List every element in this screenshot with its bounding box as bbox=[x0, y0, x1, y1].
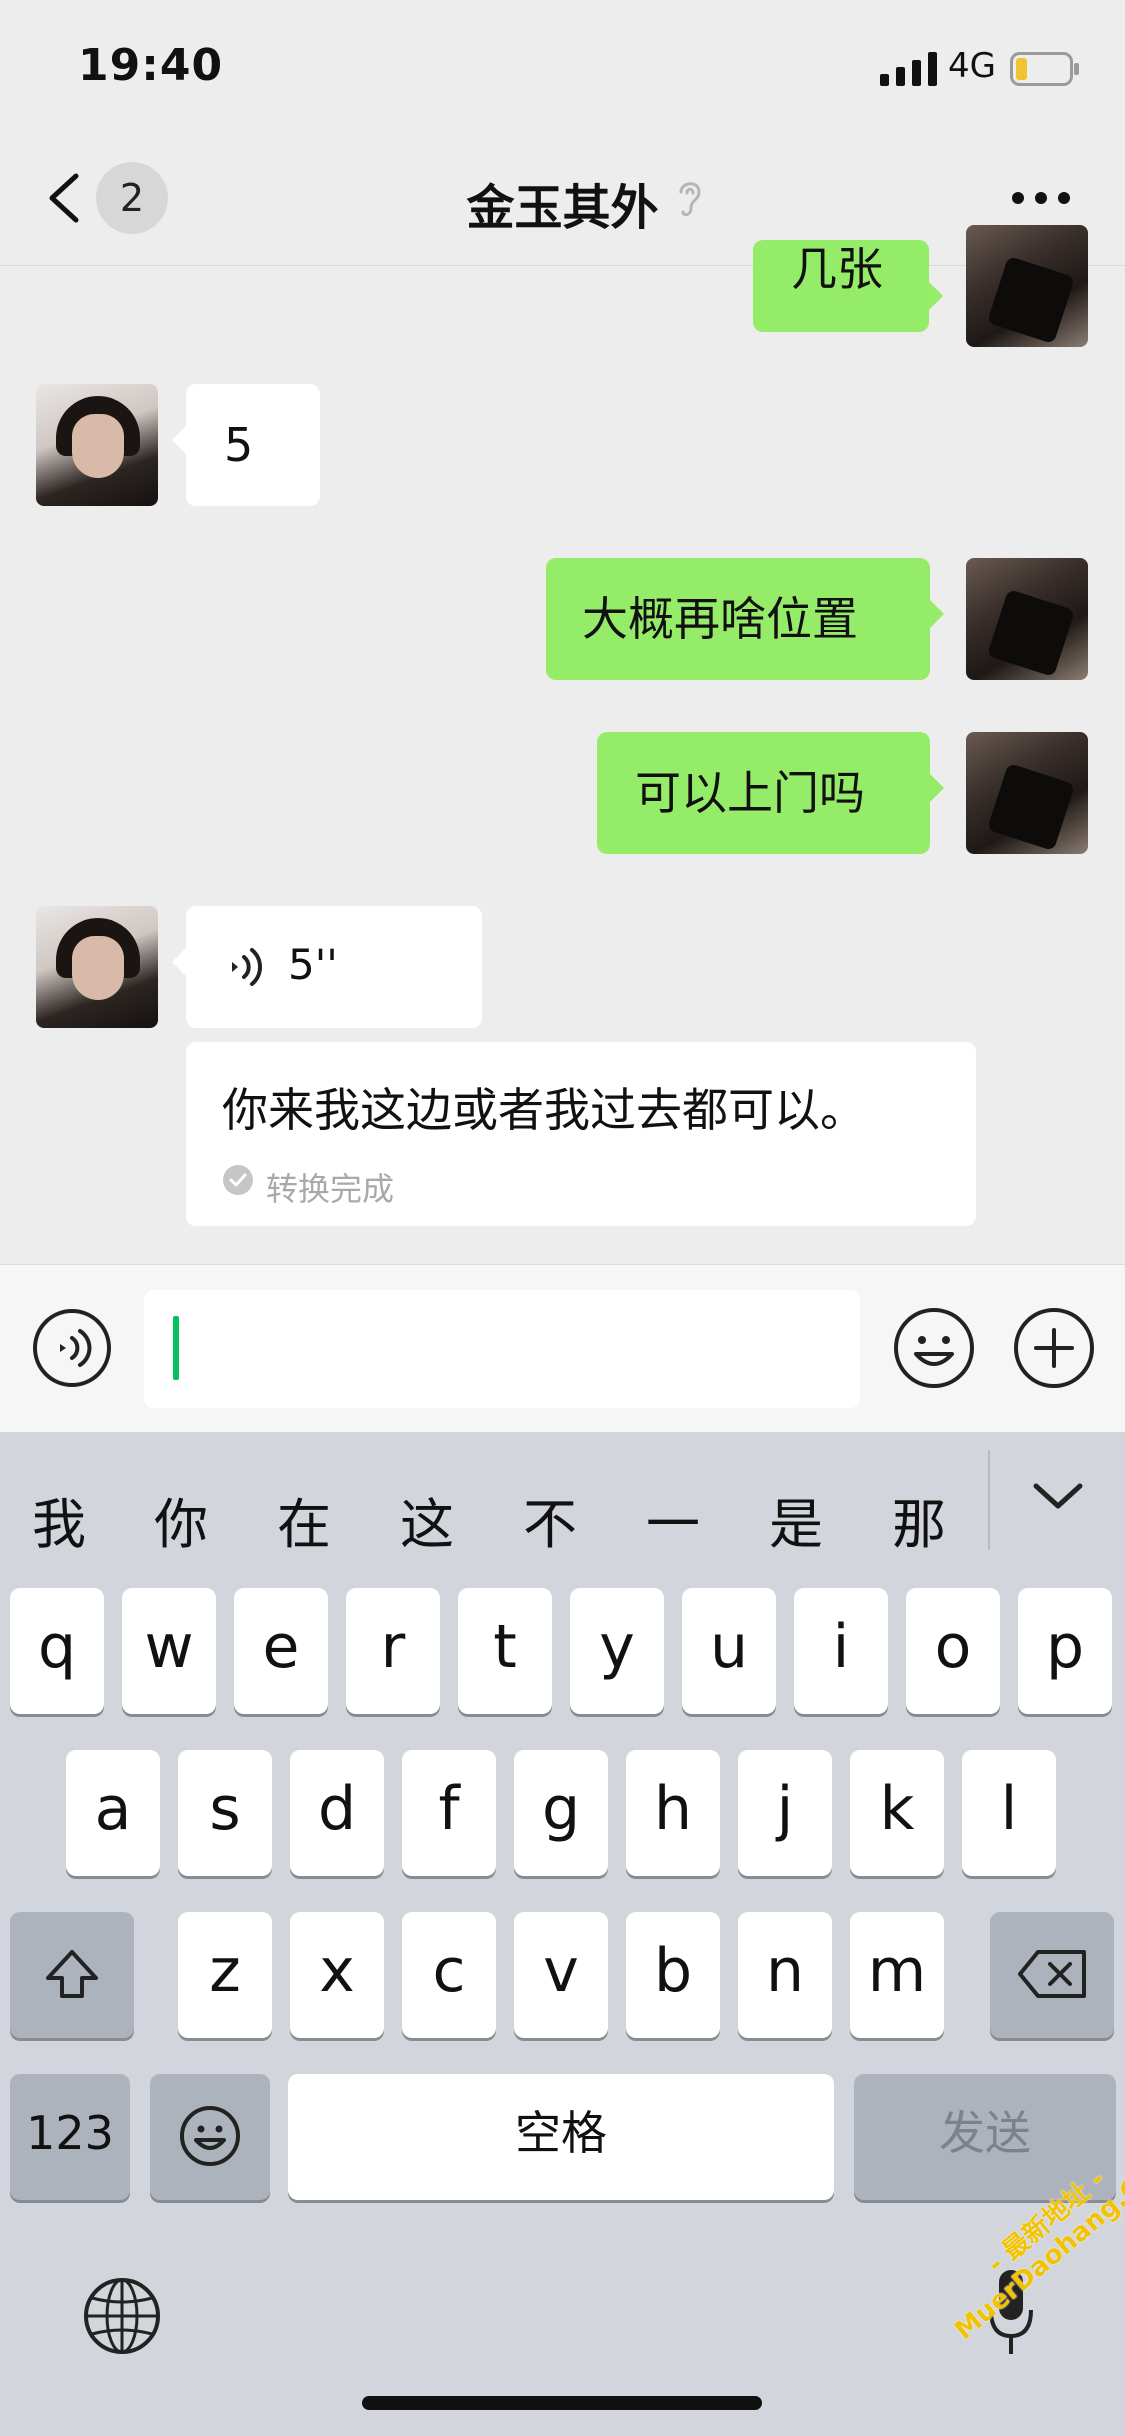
key-u[interactable]: u bbox=[682, 1588, 776, 1714]
key-m[interactable]: m bbox=[850, 1912, 944, 2038]
cellular-signal-icon bbox=[880, 52, 937, 86]
network-type: 4G bbox=[948, 46, 996, 86]
key-l[interactable]: l bbox=[962, 1750, 1056, 1876]
key-d[interactable]: d bbox=[290, 1750, 384, 1876]
key-h[interactable]: h bbox=[626, 1750, 720, 1876]
battery-icon bbox=[1010, 52, 1079, 86]
transcript-status: 转换完成 bbox=[266, 1170, 395, 1208]
key-t[interactable]: t bbox=[458, 1588, 552, 1714]
key-i[interactable]: i bbox=[794, 1588, 888, 1714]
globe-icon[interactable] bbox=[82, 2276, 162, 2356]
candidate-word[interactable]: 那 bbox=[892, 1480, 946, 1559]
key-y[interactable]: y bbox=[570, 1588, 664, 1714]
delete-key[interactable] bbox=[990, 1912, 1114, 2038]
key-v[interactable]: v bbox=[514, 1912, 608, 2038]
key-g[interactable]: g bbox=[514, 1750, 608, 1876]
key-o[interactable]: o bbox=[906, 1588, 1000, 1714]
key-q[interactable]: q bbox=[10, 1588, 104, 1714]
key-x[interactable]: x bbox=[290, 1912, 384, 2038]
my-avatar[interactable] bbox=[966, 225, 1088, 347]
shift-arrow-icon bbox=[46, 1950, 98, 1998]
ear-icon bbox=[679, 182, 701, 217]
add-attachment-icon[interactable] bbox=[1012, 1306, 1096, 1390]
message-text: 可以上门吗 bbox=[635, 766, 865, 820]
text-cursor bbox=[173, 1316, 179, 1380]
numbers-key[interactable]: 123 bbox=[10, 2074, 130, 2200]
candidate-divider bbox=[988, 1450, 990, 1550]
my-avatar[interactable] bbox=[966, 732, 1088, 854]
key-e[interactable]: e bbox=[234, 1588, 328, 1714]
key-k[interactable]: k bbox=[850, 1750, 944, 1876]
status-time: 19:40 bbox=[78, 40, 224, 91]
chevron-down-icon[interactable] bbox=[1030, 1478, 1086, 1514]
candidate-word[interactable]: 这 bbox=[400, 1480, 454, 1559]
emoji-icon bbox=[180, 2106, 240, 2166]
candidate-word[interactable]: 你 bbox=[154, 1480, 208, 1559]
sent-message-bubble[interactable]: 几张 bbox=[753, 240, 943, 332]
key-j[interactable]: j bbox=[738, 1750, 832, 1876]
sent-message-bubble[interactable]: 大概再啥位置 bbox=[546, 558, 944, 680]
shift-key[interactable] bbox=[10, 1912, 134, 2038]
key-p[interactable]: p bbox=[1018, 1588, 1112, 1714]
home-indicator bbox=[362, 2396, 762, 2410]
voice-message-bubble[interactable]: 5'' bbox=[172, 906, 482, 1028]
transcript-text: 你来我这边或者我过去都可以。 bbox=[222, 1083, 866, 1137]
message-text: 大概再啥位置 bbox=[582, 592, 858, 646]
contact-avatar[interactable] bbox=[36, 906, 158, 1028]
key-n[interactable]: n bbox=[738, 1912, 832, 2038]
emoji-keyboard-key[interactable] bbox=[150, 2074, 270, 2200]
check-circle-icon bbox=[223, 1165, 253, 1195]
voice-input-toggle-icon[interactable] bbox=[32, 1308, 112, 1388]
key-b[interactable]: b bbox=[626, 1912, 720, 2038]
key-z[interactable]: z bbox=[178, 1912, 272, 2038]
voice-transcript-card[interactable]: 你来我这边或者我过去都可以。 转换完成 bbox=[186, 1042, 976, 1226]
message-input[interactable] bbox=[144, 1290, 860, 1408]
candidate-word[interactable]: 一 bbox=[646, 1480, 700, 1559]
space-key[interactable]: 空格 bbox=[288, 2074, 834, 2200]
more-options-icon[interactable] bbox=[1010, 190, 1072, 206]
key-r[interactable]: r bbox=[346, 1588, 440, 1714]
emoji-icon[interactable] bbox=[892, 1306, 976, 1390]
key-f[interactable]: f bbox=[402, 1750, 496, 1876]
message-text: 几张 bbox=[791, 242, 883, 296]
key-c[interactable]: c bbox=[402, 1912, 496, 2038]
key-w[interactable]: w bbox=[122, 1588, 216, 1714]
key-s[interactable]: s bbox=[178, 1750, 272, 1876]
contact-avatar[interactable] bbox=[36, 384, 158, 506]
sent-message-bubble[interactable]: 可以上门吗 bbox=[597, 732, 944, 854]
voice-duration: 5'' bbox=[288, 940, 338, 989]
chat-title: 金玉其外 bbox=[466, 180, 659, 236]
my-avatar[interactable] bbox=[966, 558, 1088, 680]
backspace-icon bbox=[1018, 1950, 1086, 1998]
voice-wave-icon bbox=[232, 948, 263, 986]
received-message-bubble[interactable]: 5 bbox=[172, 384, 320, 506]
candidate-word[interactable]: 是 bbox=[769, 1480, 823, 1559]
key-a[interactable]: a bbox=[66, 1750, 160, 1876]
candidate-word[interactable]: 我 bbox=[32, 1480, 86, 1559]
candidate-word[interactable]: 不 bbox=[523, 1480, 577, 1559]
candidate-word[interactable]: 在 bbox=[277, 1480, 331, 1559]
message-text: 5 bbox=[224, 418, 254, 472]
